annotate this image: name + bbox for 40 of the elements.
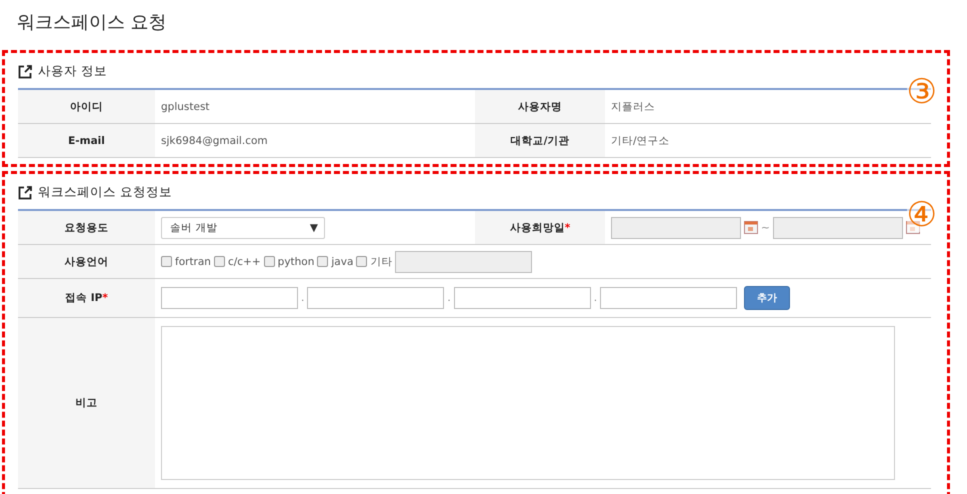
field-label: 사용희망일* [475,211,605,244]
ip-separator: . [447,292,451,304]
ip-separator: . [301,292,304,304]
checkbox[interactable] [161,256,172,267]
checkbox[interactable] [356,256,368,267]
page-title: 워크스페이스 요청 [17,11,168,34]
calendar-icon[interactable] [744,221,758,234]
ip-field[interactable] [454,287,591,309]
checkbox-label: c/c++ [228,256,261,268]
checkbox[interactable] [317,256,328,267]
field-value: sjk6984@gmail.com [160,134,269,148]
field-value: 지플러스 [610,100,656,114]
external-link-icon [18,64,32,78]
checkbox-label: fortran [175,256,211,268]
field-label: 비고 [18,318,155,488]
field-label: 대학교/기관 [475,124,605,157]
checkbox-label: python [278,256,314,268]
checkbox[interactable] [214,256,225,267]
section-title: 워크스페이스 요청정보 [38,184,172,201]
field-value: 기타/연구소 [610,134,671,148]
checkbox-label: java [331,256,354,268]
checkbox[interactable] [264,256,275,267]
ip-field[interactable] [307,287,444,309]
field-label: 접속 IP* [18,279,155,317]
checkbox-label: 기타 [370,254,392,268]
purpose-dropdown[interactable]: 솔버 개발 ▼ [161,216,325,238]
field-value: gplustest [160,100,211,114]
ip-field[interactable] [161,287,298,309]
section-title: 사용자 정보 [38,63,107,80]
range-separator: ~ [761,222,770,234]
ip-field[interactable] [600,287,738,309]
field-label: 사용언어 [18,245,155,278]
field-label: 아이디 [18,90,155,123]
external-link-icon [18,186,32,200]
add-button[interactable]: 추가 [744,286,790,310]
ip-separator: . [594,292,598,304]
field-label: 사용자명 [475,90,605,123]
notes-textarea[interactable] [161,326,895,480]
field-label: 요청용도 [18,211,155,244]
field-label: E-mail [18,124,155,157]
